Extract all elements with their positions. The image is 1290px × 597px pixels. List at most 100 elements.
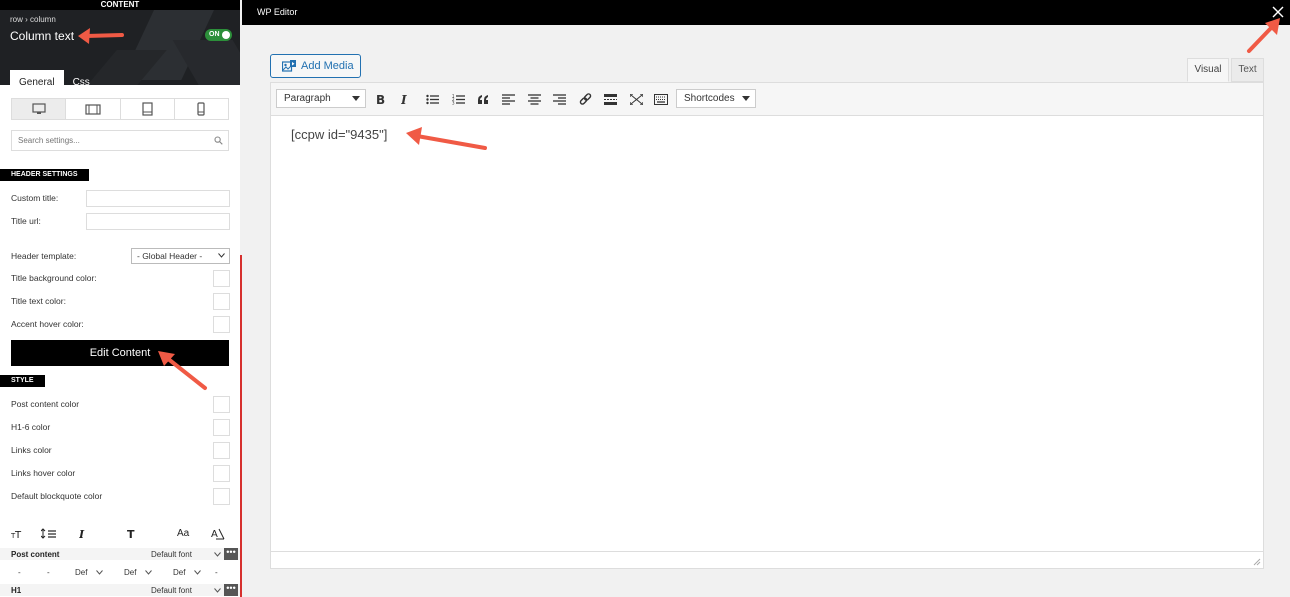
italic-icon[interactable]: I — [79, 528, 87, 539]
panel-title: Column text — [10, 29, 75, 43]
editor-area: Paragraph B I 123 Shortcodes [ccpw id="9… — [270, 82, 1264, 569]
accent-hover-color-row: Accent hover color: — [11, 316, 230, 334]
search-icon[interactable] — [214, 136, 223, 145]
editor-toolbar: Paragraph B I 123 Shortcodes — [271, 83, 1263, 116]
letter-spacing-icon[interactable]: A — [211, 528, 225, 540]
editor-statusbar — [271, 551, 1263, 568]
post-content-color-row: Post content color — [11, 396, 230, 414]
blockquote-color-row: Default blockquote color — [11, 488, 230, 506]
title-url-row: Title url: — [11, 213, 230, 231]
svg-text:T: T — [14, 530, 22, 539]
svg-text:I: I — [401, 94, 407, 105]
search-settings-input[interactable] — [11, 130, 229, 151]
header-template-row: Header template: - Global Header - — [11, 248, 230, 266]
keyboard-icon[interactable] — [653, 91, 669, 107]
typography-font-select[interactable]: Default font — [151, 550, 192, 559]
bold-icon[interactable]: B — [373, 91, 389, 107]
custom-title-label: Custom title: — [11, 193, 59, 203]
tab-general[interactable]: General — [10, 70, 64, 85]
mobile-icon[interactable] — [175, 99, 228, 119]
typography-row-name: H1 — [11, 586, 22, 595]
svg-text:I: I — [79, 528, 85, 539]
tab-visual[interactable]: Visual — [1187, 58, 1229, 82]
custom-title-row: Custom title: — [11, 190, 230, 208]
panel-divider — [240, 0, 242, 255]
align-center-icon[interactable] — [526, 91, 542, 107]
h16-color-row: H1-6 color — [11, 419, 230, 437]
links-hover-color-swatch[interactable] — [213, 465, 230, 482]
tablet-icon[interactable] — [121, 99, 175, 119]
annotation-arrow-icon — [406, 127, 487, 150]
paragraph-format-select[interactable]: Paragraph — [276, 89, 366, 108]
line-height-icon[interactable] — [41, 528, 57, 539]
align-right-icon[interactable] — [551, 91, 567, 107]
blockquote-color-label: Default blockquote color — [11, 491, 103, 501]
editor-titlebar: WP Editor — [242, 0, 1290, 25]
media-icon — [282, 60, 296, 72]
title-text-color-swatch[interactable] — [213, 293, 230, 310]
device-switcher — [11, 98, 229, 120]
annotation-arrow-icon — [78, 28, 124, 44]
def-select[interactable]: Def — [173, 568, 185, 577]
panel-top-label: CONTENT — [0, 0, 240, 10]
typography-row-name: Post content — [11, 550, 60, 559]
laptop-icon[interactable] — [66, 99, 121, 119]
post-content-color-label: Post content color — [11, 399, 80, 409]
typography-row-post-content[interactable]: Post content Default font ••• — [0, 548, 240, 560]
def-select[interactable]: Def — [75, 568, 87, 577]
desktop-icon[interactable] — [12, 99, 67, 119]
more-icon[interactable]: ••• — [224, 548, 238, 560]
header-template-label: Header template: — [11, 251, 77, 261]
chevron-down-icon — [145, 570, 152, 575]
blockquote-icon[interactable] — [475, 91, 491, 107]
links-color-row: Links color — [11, 442, 230, 460]
links-color-swatch[interactable] — [213, 442, 230, 459]
panel-scroll-indicator[interactable] — [240, 255, 242, 597]
italic-icon[interactable]: I — [397, 91, 413, 107]
font-weight-icon[interactable]: T — [127, 528, 137, 539]
def-select[interactable]: Def — [124, 568, 136, 577]
typography-defaults-row: - - Def Def Def - — [18, 568, 218, 577]
accent-hover-color-swatch[interactable] — [213, 316, 230, 333]
typography-row-h1[interactable]: H1 Default font ••• — [0, 584, 240, 596]
font-size-icon[interactable]: TT — [11, 528, 23, 539]
custom-title-input[interactable] — [86, 190, 230, 207]
title-bg-color-label: Title background color: — [11, 273, 97, 283]
shortcodes-select[interactable]: Shortcodes — [676, 89, 756, 108]
enable-toggle[interactable]: ON — [205, 29, 232, 41]
settings-panel: CONTENT row › column Column text ON Gene… — [0, 0, 240, 597]
text-transform-label[interactable]: Aa — [177, 528, 189, 539]
h16-color-label: H1-6 color — [11, 422, 51, 432]
editor-title: WP Editor — [257, 7, 298, 17]
title-bg-color-swatch[interactable] — [213, 270, 230, 287]
blockquote-color-swatch[interactable] — [213, 488, 230, 505]
numbered-list-icon[interactable]: 123 — [450, 91, 466, 107]
title-url-input[interactable] — [86, 213, 230, 230]
post-content-color-swatch[interactable] — [213, 396, 230, 413]
more-icon[interactable]: ••• — [224, 584, 238, 596]
chevron-down-icon — [214, 552, 221, 557]
chevron-down-icon — [218, 253, 225, 258]
toggle-label: ON — [209, 31, 220, 38]
title-text-color-row: Title text color: — [11, 293, 230, 311]
fullscreen-icon[interactable] — [628, 91, 644, 107]
style-label: STYLE — [0, 375, 45, 387]
title-bg-color-row: Title background color: — [11, 270, 230, 288]
resize-handle-icon[interactable] — [1253, 558, 1261, 566]
align-left-icon[interactable] — [500, 91, 516, 107]
title-url-label: Title url: — [11, 216, 41, 226]
editor-content[interactable]: [ccpw id="9435"] — [291, 127, 387, 142]
h16-color-swatch[interactable] — [213, 419, 230, 436]
add-media-button[interactable]: Add Media — [270, 54, 361, 78]
bullet-list-icon[interactable] — [424, 91, 440, 107]
chevron-down-icon — [96, 570, 103, 575]
header-template-select[interactable]: - Global Header - — [131, 248, 230, 264]
read-more-icon[interactable] — [602, 91, 618, 107]
link-icon[interactable] — [577, 91, 593, 107]
typography-font-select[interactable]: Default font — [151, 586, 192, 595]
title-text-color-label: Title text color: — [11, 296, 66, 306]
chevron-down-icon — [194, 570, 201, 575]
panel-tabs: General Css — [10, 70, 99, 85]
tab-text[interactable]: Text — [1231, 58, 1264, 82]
tab-css[interactable]: Css — [64, 70, 99, 85]
